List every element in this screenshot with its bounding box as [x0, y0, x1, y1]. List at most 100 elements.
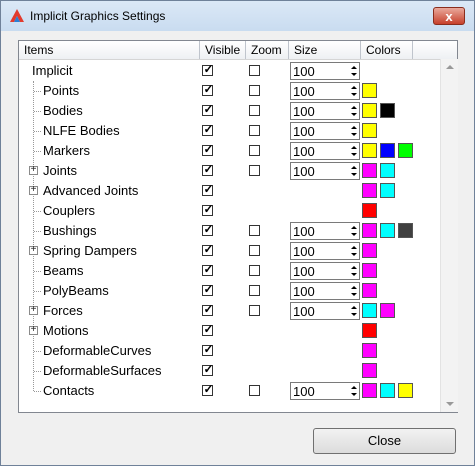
color-swatch[interactable] [380, 183, 395, 198]
zoom-checkbox[interactable] [249, 145, 260, 156]
expand-icon[interactable]: + [29, 184, 38, 195]
color-swatch[interactable] [362, 83, 377, 98]
table-row[interactable]: PolyBeams ✓ 100 [19, 281, 440, 301]
table-row[interactable]: Bodies ✓ 100 [19, 101, 440, 121]
size-spinbox[interactable]: 100 [290, 242, 360, 260]
expand-icon[interactable]: + [29, 304, 38, 315]
table-row[interactable]: + Motions ✓ [19, 321, 440, 341]
color-swatch[interactable] [362, 303, 377, 318]
spin-arrows-icon[interactable] [349, 163, 359, 179]
zoom-checkbox[interactable] [249, 385, 260, 396]
zoom-checkbox[interactable] [249, 245, 260, 256]
table-row[interactable]: Implicit ✓ 100 [19, 61, 440, 81]
size-spinbox[interactable]: 100 [290, 302, 360, 320]
visible-checkbox[interactable]: ✓ [202, 222, 214, 236]
spin-arrows-icon[interactable] [349, 383, 359, 399]
color-swatch[interactable] [362, 103, 377, 118]
size-spinbox[interactable]: 100 [290, 82, 360, 100]
color-swatch[interactable] [362, 343, 377, 358]
color-swatch[interactable] [380, 143, 395, 158]
zoom-checkbox[interactable] [249, 225, 260, 236]
spin-arrows-icon[interactable] [349, 223, 359, 239]
color-swatch[interactable] [380, 223, 395, 238]
color-swatch[interactable] [362, 363, 377, 378]
expand-icon[interactable]: + [29, 164, 38, 175]
column-header-items[interactable]: Items [19, 41, 200, 59]
size-spinbox[interactable]: 100 [290, 222, 360, 240]
visible-checkbox[interactable]: ✓ [202, 322, 214, 336]
color-swatch[interactable] [398, 223, 413, 238]
color-swatch[interactable] [398, 143, 413, 158]
size-spinbox[interactable]: 100 [290, 162, 360, 180]
size-spinbox[interactable]: 100 [290, 382, 360, 400]
color-swatch[interactable] [362, 203, 377, 218]
color-swatch[interactable] [362, 223, 377, 238]
color-swatch[interactable] [380, 303, 395, 318]
table-row[interactable]: Contacts ✓ 100 [19, 381, 440, 401]
size-spinbox[interactable]: 100 [290, 62, 360, 80]
column-header-colors[interactable]: Colors [361, 41, 413, 59]
visible-checkbox[interactable]: ✓ [202, 182, 214, 196]
zoom-checkbox[interactable] [249, 285, 260, 296]
expand-icon[interactable]: + [29, 244, 38, 255]
zoom-checkbox[interactable] [249, 125, 260, 136]
color-swatch[interactable] [380, 383, 395, 398]
color-swatch[interactable] [362, 143, 377, 158]
color-swatch[interactable] [380, 163, 395, 178]
color-swatch[interactable] [362, 283, 377, 298]
table-row[interactable]: Points ✓ 100 [19, 81, 440, 101]
spin-arrows-icon[interactable] [349, 123, 359, 139]
close-button[interactable]: Close [313, 428, 456, 454]
table-row[interactable]: Bushings ✓ 100 [19, 221, 440, 241]
title-bar[interactable]: Implicit Graphics Settings x [1, 1, 474, 31]
table-row[interactable]: + Spring Dampers ✓ 100 [19, 241, 440, 261]
spin-arrows-icon[interactable] [349, 63, 359, 79]
color-swatch[interactable] [362, 243, 377, 258]
zoom-checkbox[interactable] [249, 85, 260, 96]
table-row[interactable]: Couplers ✓ [19, 201, 440, 221]
visible-checkbox[interactable]: ✓ [202, 202, 214, 216]
spin-arrows-icon[interactable] [349, 83, 359, 99]
column-header-visible[interactable]: Visible [200, 41, 246, 59]
zoom-checkbox[interactable] [249, 65, 260, 76]
spin-arrows-icon[interactable] [349, 303, 359, 319]
spin-arrows-icon[interactable] [349, 103, 359, 119]
table-row[interactable]: + Advanced Joints ✓ [19, 181, 440, 201]
spin-arrows-icon[interactable] [349, 243, 359, 259]
zoom-checkbox[interactable] [249, 105, 260, 116]
scroll-down-icon[interactable] [441, 395, 458, 412]
visible-checkbox[interactable]: ✓ [202, 302, 214, 316]
size-spinbox[interactable]: 100 [290, 282, 360, 300]
column-header-size[interactable]: Size [289, 41, 361, 59]
visible-checkbox[interactable]: ✓ [202, 102, 214, 116]
table-row[interactable]: DeformableSurfaces ✓ [19, 361, 440, 381]
table-row[interactable]: Beams ✓ 100 [19, 261, 440, 281]
size-spinbox[interactable]: 100 [290, 142, 360, 160]
table-row[interactable]: + Forces ✓ 100 [19, 301, 440, 321]
column-header-zoom[interactable]: Zoom [246, 41, 289, 59]
color-swatch[interactable] [380, 103, 395, 118]
spin-arrows-icon[interactable] [349, 263, 359, 279]
color-swatch[interactable] [398, 383, 413, 398]
vertical-scrollbar[interactable] [440, 59, 458, 412]
zoom-checkbox[interactable] [249, 265, 260, 276]
zoom-checkbox[interactable] [249, 305, 260, 316]
color-swatch[interactable] [362, 163, 377, 178]
window-close-button[interactable]: x [433, 7, 465, 25]
scroll-up-icon[interactable] [441, 59, 458, 76]
zoom-checkbox[interactable] [249, 165, 260, 176]
table-row[interactable]: DeformableCurves ✓ [19, 341, 440, 361]
table-row[interactable]: NLFE Bodies ✓ 100 [19, 121, 440, 141]
visible-checkbox[interactable]: ✓ [202, 122, 214, 136]
color-swatch[interactable] [362, 123, 377, 138]
color-swatch[interactable] [362, 263, 377, 278]
spin-arrows-icon[interactable] [349, 283, 359, 299]
visible-checkbox[interactable]: ✓ [202, 242, 214, 256]
color-swatch[interactable] [362, 323, 377, 338]
visible-checkbox[interactable]: ✓ [202, 82, 214, 96]
visible-checkbox[interactable]: ✓ [202, 342, 214, 356]
visible-checkbox[interactable]: ✓ [202, 142, 214, 156]
table-row[interactable]: + Joints ✓ 100 [19, 161, 440, 181]
visible-checkbox[interactable]: ✓ [202, 382, 214, 396]
expand-icon[interactable]: + [29, 324, 38, 335]
